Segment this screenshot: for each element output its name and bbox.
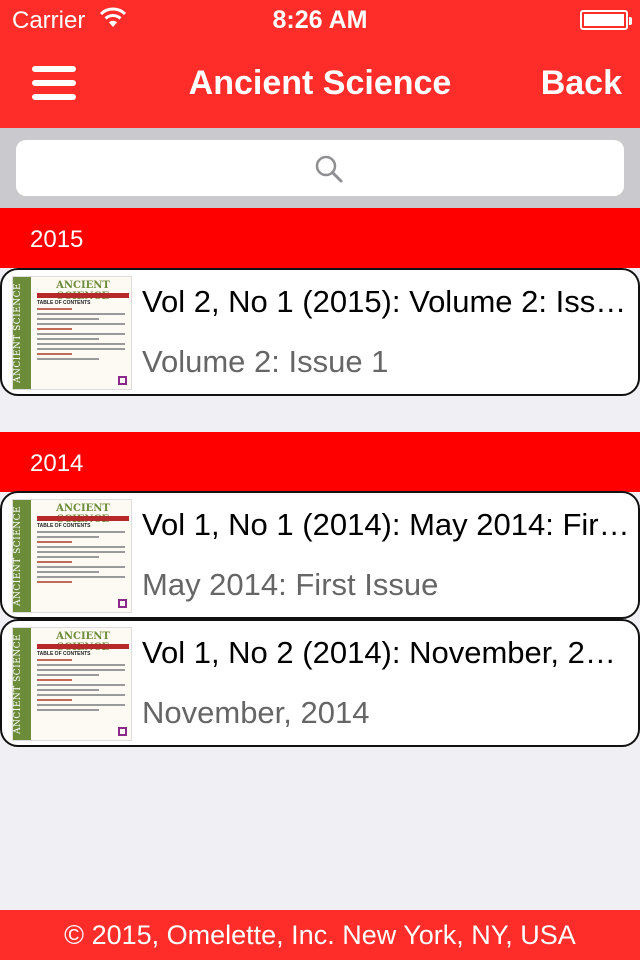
cover-toc-label: TABLE OF CONTENTS xyxy=(37,651,91,657)
status-bar: Carrier 8:26 AM xyxy=(0,0,640,40)
issue-cover-thumbnail: ANCIENT SCIENCE ANCIENT SCIENCE TABLE OF… xyxy=(12,276,132,390)
issue-row[interactable]: ANCIENT SCIENCE ANCIENT SCIENCE TABLE OF… xyxy=(0,491,640,619)
search-input[interactable] xyxy=(16,140,624,196)
issue-subtitle: Volume 2: Issue 1 xyxy=(142,344,389,379)
cover-spine-text: ANCIENT SCIENCE xyxy=(13,282,23,384)
cover-masthead: ANCIENT SCIENCE xyxy=(56,280,110,302)
search-icon xyxy=(315,155,343,183)
battery-icon xyxy=(580,10,632,30)
footer-copyright: © 2015, Omelette, Inc. New York, NY, USA xyxy=(0,910,640,960)
cover-spine-text: ANCIENT SCIENCE xyxy=(13,505,23,607)
cover-masthead: ANCIENT SCIENCE xyxy=(56,503,110,525)
section-header-2014: 2014 xyxy=(0,432,640,492)
status-time: 8:26 AM xyxy=(272,6,368,34)
issue-cover-thumbnail: ANCIENT SCIENCE ANCIENT SCIENCE TABLE OF… xyxy=(12,499,132,613)
issue-subtitle: May 2014: First Issue xyxy=(142,567,439,602)
cover-toc-label: TABLE OF CONTENTS xyxy=(37,523,91,529)
issue-title: Vol 1, No 1 (2014): May 2014: First Issu… xyxy=(142,507,632,542)
issue-subtitle: November, 2014 xyxy=(142,695,370,730)
search-bar xyxy=(0,128,640,208)
back-button[interactable]: Back xyxy=(541,64,622,103)
nav-bar: Ancient Science Back xyxy=(0,40,640,128)
cover-masthead: ANCIENT SCIENCE xyxy=(56,631,110,653)
issue-row[interactable]: ANCIENT SCIENCE ANCIENT SCIENCE TABLE OF… xyxy=(0,268,640,396)
cover-spine-text: ANCIENT SCIENCE xyxy=(13,633,23,735)
cover-toc-label: TABLE OF CONTENTS xyxy=(37,300,91,306)
issue-cover-thumbnail: ANCIENT SCIENCE ANCIENT SCIENCE TABLE OF… xyxy=(12,627,132,741)
section-header-2015: 2015 xyxy=(0,208,640,268)
issue-title: Vol 1, No 2 (2014): November, 2014 xyxy=(142,635,632,670)
issue-title: Vol 2, No 1 (2015): Volume 2: Issue 1 xyxy=(142,284,632,319)
issue-row[interactable]: ANCIENT SCIENCE ANCIENT SCIENCE TABLE OF… xyxy=(0,619,640,747)
